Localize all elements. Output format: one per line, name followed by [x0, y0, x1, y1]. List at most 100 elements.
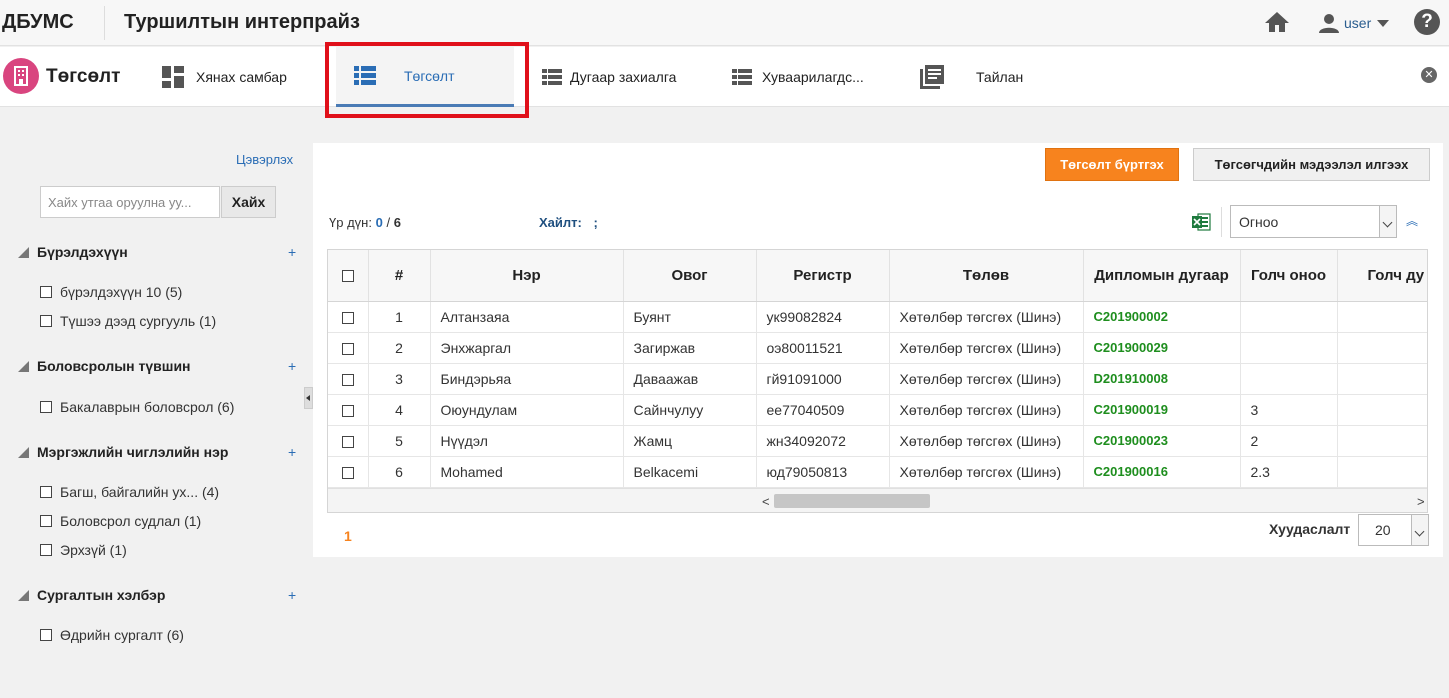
- row-checkbox[interactable]: [341, 311, 354, 324]
- column-header[interactable]: Регистр: [755, 250, 890, 302]
- collapse-triangle-icon: [18, 360, 29, 372]
- row-checkbox-cell[interactable]: [328, 363, 369, 395]
- checkbox[interactable]: [40, 629, 52, 641]
- collapse-triangle-icon: [18, 589, 29, 601]
- surname-cell: Сайнчулуу: [623, 394, 757, 426]
- column-header[interactable]: Овог: [623, 250, 757, 302]
- pagination-page-1[interactable]: 1: [344, 528, 352, 544]
- row-checkbox-cell[interactable]: [328, 394, 369, 426]
- nav-tab-label: Дугаар захиалга: [570, 69, 677, 85]
- table-row[interactable]: 1 Алтанзаяа Буянт ук99082824 Хөтөлбөр тө…: [328, 301, 1427, 333]
- extra-cell: [1337, 425, 1427, 457]
- table-row[interactable]: 4 Оюундулам Сайнчулуу ее77040509 Хөтөлбө…: [328, 394, 1427, 426]
- row-checkbox[interactable]: [341, 466, 354, 479]
- nav-tab-number-order[interactable]: Дугаар захиалга: [542, 47, 676, 107]
- filter-group-title[interactable]: Мэргэжлийн чиглэлийн нэр: [18, 444, 228, 460]
- gpa-cell: 3: [1240, 394, 1338, 426]
- row-checkbox[interactable]: [341, 342, 354, 355]
- row-checkbox-cell[interactable]: [328, 425, 369, 457]
- page-size-select[interactable]: 20: [1358, 514, 1429, 546]
- row-checkbox-cell[interactable]: [328, 456, 369, 488]
- checkbox[interactable]: [40, 286, 52, 298]
- gpa-cell: [1240, 363, 1338, 395]
- diploma-number-link[interactable]: C201900002: [1083, 301, 1241, 333]
- row-checkbox-cell[interactable]: [328, 332, 369, 364]
- select-all-checkbox[interactable]: [341, 269, 354, 282]
- checkbox[interactable]: [40, 315, 52, 327]
- diploma-number-link[interactable]: C201900019: [1083, 394, 1241, 426]
- diploma-number-link[interactable]: C201900016: [1083, 456, 1241, 488]
- checkbox[interactable]: [40, 544, 52, 556]
- filter-search-input[interactable]: [40, 186, 220, 218]
- add-filter-icon[interactable]: +: [288, 587, 296, 603]
- sidebar-collapse-handle[interactable]: [304, 387, 313, 409]
- user-menu[interactable]: user: [1318, 10, 1390, 36]
- status-cell: Хөтөлбөр төгсгөх (Шинэ): [889, 456, 1084, 488]
- sort-direction-icon[interactable]: ︽: [1406, 215, 1418, 227]
- list-icon: [542, 68, 562, 85]
- table-row[interactable]: 2 Энхжаргал Загиржав оэ80011521 Хөтөлбөр…: [328, 332, 1427, 364]
- filter-option[interactable]: Түшээ дээд сургууль (1): [40, 313, 216, 329]
- diploma-number-link[interactable]: C201900023: [1083, 425, 1241, 457]
- table-row[interactable]: 6 Mohamed Belkacemi юд79050813 Хөтөлбөр …: [328, 456, 1427, 488]
- add-filter-icon[interactable]: +: [288, 244, 296, 260]
- filter-group-title[interactable]: Сургалтын хэлбэр: [18, 587, 165, 603]
- surname-cell: Belkacemi: [623, 456, 757, 488]
- column-header[interactable]: Голч оноо: [1240, 250, 1338, 302]
- excel-icon[interactable]: [1191, 212, 1211, 232]
- scrollbar-thumb[interactable]: [774, 494, 930, 508]
- add-filter-icon[interactable]: +: [288, 444, 296, 460]
- nav-tab-report[interactable]: Тайлан: [920, 47, 1023, 107]
- table-row[interactable]: 5 Нүүдэл Жамц жн34092072 Хөтөлбөр төгсгө…: [328, 425, 1427, 457]
- module-icon: [3, 58, 39, 94]
- column-header[interactable]: Дипломын дугаар: [1083, 250, 1241, 302]
- name-cell: Оюундулам: [430, 394, 624, 426]
- filter-option[interactable]: Бакалаврын боловсрол (6): [40, 399, 234, 415]
- close-icon[interactable]: ✕: [1421, 67, 1437, 83]
- diploma-number-link[interactable]: C201900029: [1083, 332, 1241, 364]
- home-icon[interactable]: [1264, 10, 1290, 34]
- row-checkbox[interactable]: [341, 435, 354, 448]
- nav-tab-assigned[interactable]: Хуваарилагдс...: [732, 47, 864, 107]
- checkbox[interactable]: [40, 486, 52, 498]
- row-checkbox[interactable]: [341, 404, 354, 417]
- send-graduate-info-button[interactable]: Төгсөгчдийн мэдээлэл илгээх: [1193, 148, 1430, 181]
- column-header[interactable]: Төлөв: [889, 250, 1084, 302]
- add-filter-icon[interactable]: +: [288, 358, 296, 374]
- row-number: 2: [368, 332, 431, 364]
- nav-tab-graduation[interactable]: Төгсөлт: [336, 47, 514, 107]
- app-logo[interactable]: ДБУМС: [2, 11, 74, 34]
- status-cell: Хөтөлбөр төгсгөх (Шинэ): [889, 394, 1084, 426]
- name-cell: Алтанзаяа: [430, 301, 624, 333]
- column-header[interactable]: Нэр: [430, 250, 624, 302]
- scroll-left-icon[interactable]: <: [762, 494, 770, 509]
- diploma-number-link[interactable]: D201910008: [1083, 363, 1241, 395]
- filter-search-button[interactable]: Хайх: [221, 186, 276, 218]
- table-row[interactable]: 3 Биндэрьяа Даваажав гй91091000 Хөтөлбөр…: [328, 363, 1427, 395]
- filter-group-title[interactable]: Боловсролын түвшин: [18, 358, 191, 374]
- filter-option[interactable]: Эрхзүй (1): [40, 542, 127, 558]
- sort-select[interactable]: Огноо: [1230, 205, 1397, 238]
- search-summary: Хайлт: ;: [539, 215, 598, 230]
- name-cell: Mohamed: [430, 456, 624, 488]
- filter-option[interactable]: Багш, байгалийн ух... (4): [40, 484, 219, 500]
- filter-option[interactable]: Өдрийн сургалт (6): [40, 627, 184, 643]
- scroll-right-icon[interactable]: >: [1417, 494, 1425, 509]
- checkbox[interactable]: [40, 401, 52, 413]
- filter-option[interactable]: бүрэлдэхүүн 10 (5): [40, 284, 182, 300]
- horizontal-scrollbar[interactable]: < >: [328, 488, 1427, 512]
- row-checkbox-cell[interactable]: [328, 301, 369, 333]
- filter-option[interactable]: Боловсрол судлал (1): [40, 513, 201, 529]
- toolbar-divider: [1221, 207, 1222, 237]
- help-icon[interactable]: ?: [1414, 9, 1440, 35]
- filter-group-title[interactable]: Бүрэлдэхүүн: [18, 244, 128, 260]
- row-checkbox[interactable]: [341, 373, 354, 386]
- select-all-header[interactable]: [328, 250, 369, 302]
- clear-filters-link[interactable]: Цэвэрлэх: [236, 152, 293, 167]
- register-graduation-button[interactable]: Төгсөлт бүртгэх: [1045, 148, 1179, 181]
- surname-cell: Даваажав: [623, 363, 757, 395]
- column-header[interactable]: Голч ду: [1337, 250, 1427, 302]
- column-header[interactable]: #: [368, 250, 431, 302]
- checkbox[interactable]: [40, 515, 52, 527]
- nav-tab-dashboard[interactable]: Хянах самбар: [162, 47, 287, 107]
